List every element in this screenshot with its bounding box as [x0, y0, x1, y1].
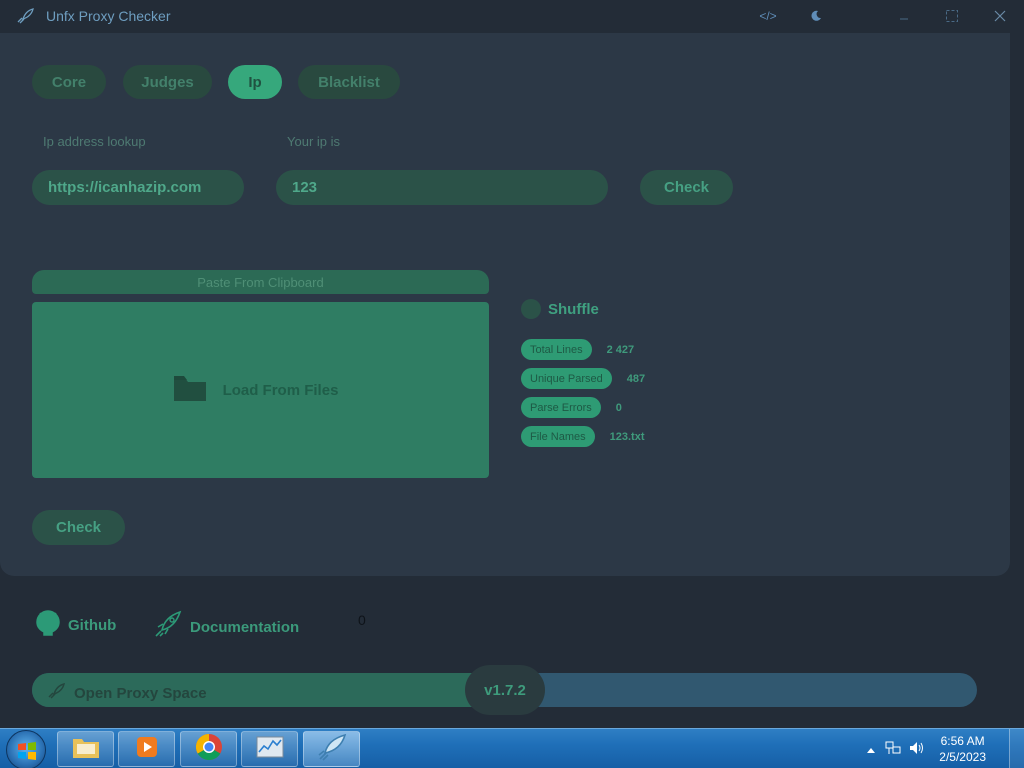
stat-value: 2 427 [606, 343, 635, 356]
clock-time: 6:56 AM [940, 734, 985, 748]
tab-core[interactable]: Core [32, 65, 106, 99]
rocket-icon [152, 610, 182, 645]
title-bar: Unfx Proxy Checker </> [0, 0, 1024, 32]
taskbar-performance-monitor[interactable] [241, 731, 298, 767]
rocket-icon [316, 732, 348, 767]
moon-icon[interactable] [805, 6, 827, 26]
stat-label: File Names [521, 426, 595, 447]
load-files-label: Load From Files [222, 381, 339, 399]
code-icon[interactable]: </> [757, 6, 779, 26]
folder-icon [71, 734, 101, 765]
window-title: Unfx Proxy Checker [46, 8, 171, 24]
shuffle-label: Shuffle [548, 300, 599, 318]
minimize-icon[interactable] [893, 6, 915, 26]
network-icon[interactable] [885, 741, 901, 758]
shuffle-toggle[interactable]: Shuffle [521, 299, 599, 319]
github-link[interactable]: Github [36, 610, 116, 641]
stat-value: 123.txt [609, 430, 645, 443]
version-badge: v1.7.2 [465, 665, 545, 715]
tab-judges[interactable]: Judges [123, 65, 212, 99]
stat-value: 487 [626, 372, 646, 385]
rocket-icon [46, 682, 66, 704]
tab-ip[interactable]: Ip [228, 65, 282, 99]
open-proxy-space-label: Open Proxy Space [74, 684, 207, 702]
stat-value: 0 [615, 401, 622, 414]
taskbar-unfx-proxy-checker[interactable] [303, 731, 360, 767]
start-button[interactable] [6, 730, 46, 768]
stat-unique-parsed: Unique Parsed 487 [521, 368, 645, 389]
chrome-icon [194, 732, 224, 767]
taskbar-chrome[interactable] [180, 731, 237, 767]
media-player-icon [134, 734, 160, 765]
shuffle-radio[interactable] [521, 299, 541, 319]
folder-icon [173, 374, 207, 407]
stat-parse-errors: Parse Errors 0 [521, 397, 622, 418]
maximize-icon[interactable] [941, 6, 963, 26]
ip-check-button[interactable]: Check [640, 170, 733, 205]
your-ip-label: Your ip is [287, 134, 340, 149]
main-panel: Core Judges Ip Blacklist Ip address look… [0, 33, 1010, 576]
rocket-icon [15, 7, 35, 25]
stat-label: Unique Parsed [521, 368, 612, 389]
tray-expand-icon[interactable] [867, 742, 876, 756]
paste-clipboard-button[interactable]: Paste From Clipboard [32, 270, 489, 294]
stat-label: Total Lines [521, 339, 592, 360]
ip-lookup-label: Ip address lookup [43, 134, 146, 149]
documentation-link[interactable]: Documentation [152, 610, 299, 645]
ip-lookup-input[interactable]: https://icanhazip.com [32, 170, 244, 205]
counter-value: 0 [358, 612, 366, 628]
stat-file-names: File Names 123.txt [521, 426, 644, 447]
documentation-label: Documentation [190, 619, 300, 636]
chart-icon [255, 734, 285, 765]
tab-blacklist[interactable]: Blacklist [298, 65, 400, 99]
load-files-dropzone[interactable]: Load From Files [32, 302, 489, 478]
github-icon [36, 610, 60, 641]
clock-date: 2/5/2023 [939, 750, 986, 764]
volume-icon[interactable] [909, 741, 925, 758]
system-tray: 6:56 AM 2/5/2023 [867, 729, 1024, 768]
taskbar-explorer[interactable] [57, 731, 114, 767]
show-desktop-button[interactable] [1009, 729, 1024, 768]
clock[interactable]: 6:56 AM 2/5/2023 [939, 733, 986, 765]
stat-label: Parse Errors [521, 397, 601, 418]
your-ip-field[interactable]: 123 [276, 170, 608, 205]
close-icon[interactable] [989, 6, 1011, 26]
github-label: Github [68, 617, 117, 634]
stat-total-lines: Total Lines 2 427 [521, 339, 634, 360]
taskbar: 6:56 AM 2/5/2023 [0, 728, 1024, 768]
main-check-button[interactable]: Check [32, 510, 125, 545]
taskbar-media-player[interactable] [118, 731, 175, 767]
